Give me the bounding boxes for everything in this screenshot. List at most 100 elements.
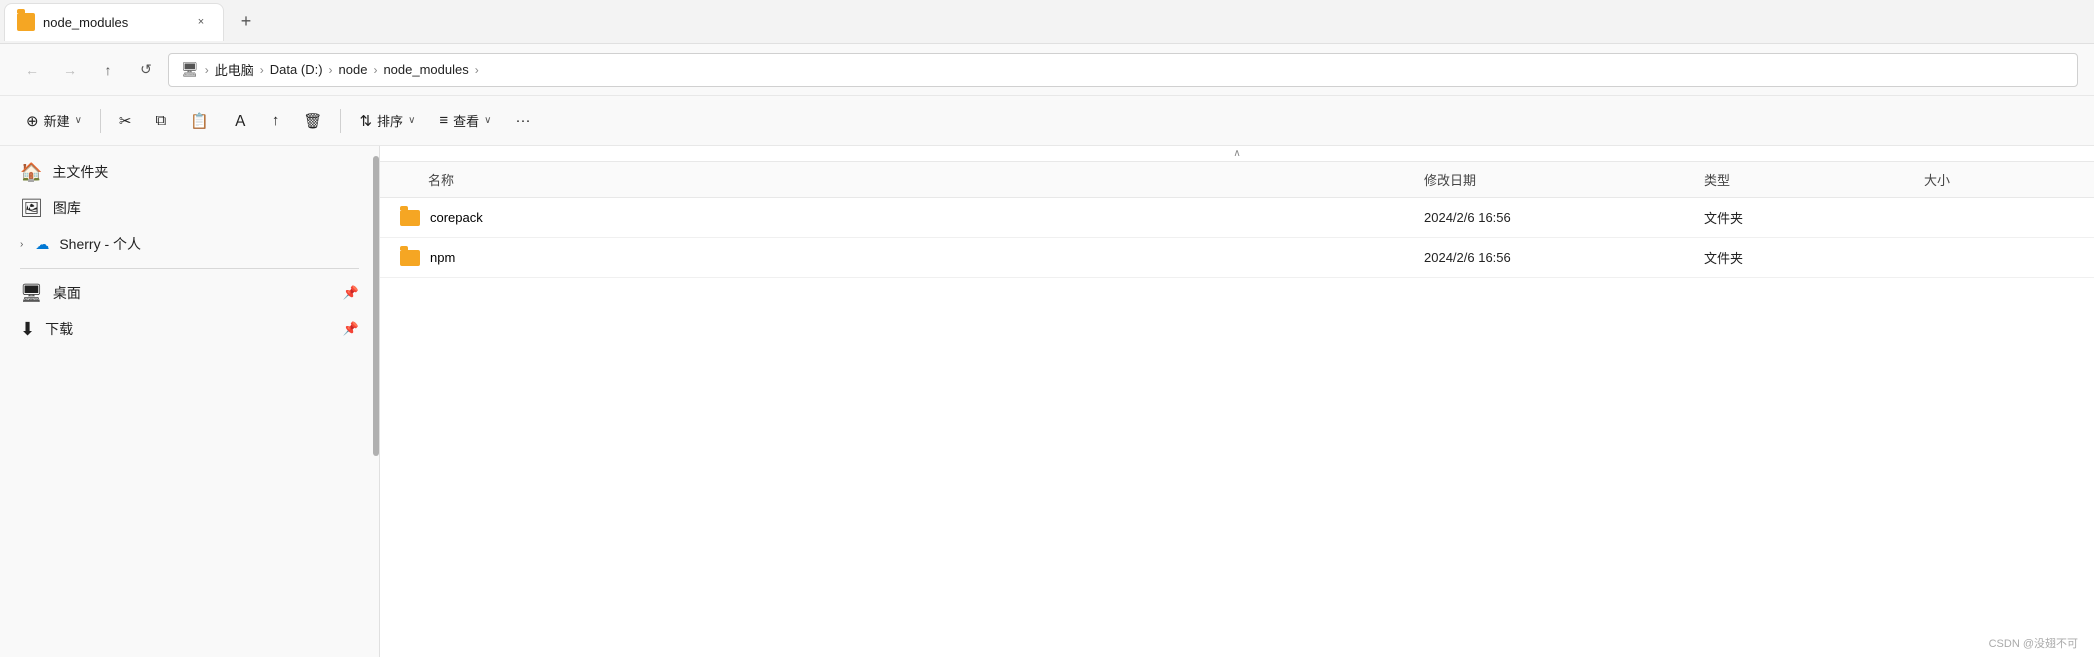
corepack-date: 2024/2/6 16:56 <box>1424 210 1704 225</box>
toolbar-sep-1 <box>100 109 101 133</box>
file-area: ∧ 名称 修改日期 类型 大小 corepack 2024/2/6 16:56 … <box>380 146 2094 657</box>
cut-icon: ✂ <box>119 112 132 130</box>
sidebar-divider <box>20 268 359 269</box>
file-name-corepack: corepack <box>400 210 1424 226</box>
sort-indicator: ∧ <box>380 146 2094 162</box>
watermark-text: CSDN @没翅不可 <box>1989 638 2078 650</box>
gallery-icon: 🖼 <box>20 198 43 219</box>
up-button[interactable]: ↑ <box>92 54 124 86</box>
sidebar-home-label: 主文件夹 <box>52 162 108 182</box>
sidebar-gallery-label: 图库 <box>53 198 81 218</box>
npm-folder-icon <box>400 250 420 266</box>
sort-button[interactable]: ⇅ 排序 ∨ <box>349 104 425 138</box>
corepack-type: 文件夹 <box>1704 208 1924 227</box>
col-header-type: 类型 <box>1704 170 1924 189</box>
paste-button[interactable]: 📋 <box>180 104 219 138</box>
sidebar-scrollbar-thumb <box>373 156 379 456</box>
delete-icon: 🗑 <box>303 112 322 130</box>
back-icon: ← <box>25 62 39 78</box>
view-button[interactable]: ≡ 查看 ∨ <box>429 104 501 138</box>
watermark: CSDN @没翅不可 <box>1989 635 2078 651</box>
copy-icon: ⧉ <box>156 112 167 129</box>
col-header-name: 名称 <box>400 170 1424 189</box>
cloud-icon: ☁ <box>35 236 49 253</box>
main-content: 🏠 主文件夹 🖼 图库 › ☁ Sherry - 个人 🖥 桌面 📌 ⬇ 下载 … <box>0 146 2094 657</box>
share-button[interactable]: ↑ <box>262 104 290 138</box>
sort-icon: ⇅ <box>359 112 372 130</box>
new-icon: ⊕ <box>26 112 39 130</box>
file-name-npm: npm <box>400 250 1424 266</box>
refresh-icon: ↺ <box>140 61 152 78</box>
sidebar-item-home[interactable]: 🏠 主文件夹 <box>0 154 379 190</box>
tab-close-button[interactable]: × <box>191 12 211 32</box>
new-tab-button[interactable]: + <box>228 4 264 40</box>
toolbar-sep-2 <box>340 109 341 133</box>
desktop-pin-icon: 📌 <box>343 285 359 301</box>
download-icon: ⬇ <box>20 319 35 340</box>
forward-icon: → <box>63 62 77 78</box>
sidebar-item-onedrive[interactable]: › ☁ Sherry - 个人 <box>0 226 379 262</box>
downloads-pin-icon: 📌 <box>343 321 359 337</box>
sep-1: › <box>260 63 264 77</box>
breadcrumb-computer[interactable]: 此电脑 <box>215 60 254 79</box>
more-button[interactable]: ··· <box>506 104 541 138</box>
view-chevron: ∨ <box>484 115 491 126</box>
sort-caret-icon: ∧ <box>1233 148 1240 159</box>
file-row-corepack[interactable]: corepack 2024/2/6 16:56 文件夹 <box>380 198 2094 238</box>
tab-title: node_modules <box>43 15 183 30</box>
computer-icon: 🖥 <box>181 61 199 78</box>
file-header: 名称 修改日期 类型 大小 <box>380 162 2094 198</box>
new-chevron: ∨ <box>75 115 82 126</box>
more-icon: ··· <box>516 112 531 129</box>
sort-label: 排序 <box>377 111 403 130</box>
cut-button[interactable]: ✂ <box>109 104 142 138</box>
corepack-folder-icon <box>400 210 420 226</box>
tab-folder-icon <box>17 13 35 31</box>
npm-name: npm <box>430 250 455 265</box>
view-label: 查看 <box>453 111 479 130</box>
copy-button[interactable]: ⧉ <box>146 104 177 138</box>
toolbar: ⊕ 新建 ∨ ✂ ⧉ 📋 Ａ ↑ 🗑 ⇅ 排序 ∨ ≡ 查看 ∨ ··· <box>0 96 2094 146</box>
forward-button[interactable]: → <box>54 54 86 86</box>
sort-chevron: ∨ <box>408 115 415 126</box>
address-bar-row: ← → ↑ ↺ 🖥 › 此电脑 › Data (D:) › node › nod… <box>0 44 2094 96</box>
file-row-npm[interactable]: npm 2024/2/6 16:56 文件夹 <box>380 238 2094 278</box>
sidebar-desktop-label: 桌面 <box>53 283 81 303</box>
desktop-icon: 🖥 <box>20 283 43 304</box>
sep-3: › <box>373 63 377 77</box>
sidebar-downloads-label: 下载 <box>45 319 73 339</box>
tab-bar: node_modules × + <box>0 0 2094 44</box>
col-header-date: 修改日期 <box>1424 170 1704 189</box>
refresh-button[interactable]: ↺ <box>130 54 162 86</box>
new-label: 新建 <box>44 111 70 130</box>
sep-2: › <box>329 63 333 77</box>
rename-button[interactable]: Ａ <box>223 104 258 138</box>
up-icon: ↑ <box>105 62 112 78</box>
tab-node-modules[interactable]: node_modules × <box>4 3 224 41</box>
sidebar-scrollbar-track[interactable] <box>371 146 379 657</box>
col-header-size: 大小 <box>1924 170 2074 189</box>
breadcrumb-node[interactable]: node <box>339 62 368 77</box>
sep-0: › <box>205 63 209 77</box>
delete-button[interactable]: 🗑 <box>293 104 332 138</box>
new-button[interactable]: ⊕ 新建 ∨ <box>16 104 92 138</box>
sidebar-item-downloads[interactable]: ⬇ 下载 📌 <box>0 311 379 347</box>
sidebar: 🏠 主文件夹 🖼 图库 › ☁ Sherry - 个人 🖥 桌面 📌 ⬇ 下载 … <box>0 146 380 657</box>
npm-date: 2024/2/6 16:56 <box>1424 250 1704 265</box>
corepack-name: corepack <box>430 210 483 225</box>
view-icon: ≡ <box>439 112 448 129</box>
sidebar-onedrive-label: Sherry - 个人 <box>59 234 141 254</box>
breadcrumb-node-modules[interactable]: node_modules <box>383 62 468 77</box>
back-button[interactable]: ← <box>16 54 48 86</box>
sidebar-item-desktop[interactable]: 🖥 桌面 📌 <box>0 275 379 311</box>
address-bar[interactable]: 🖥 › 此电脑 › Data (D:) › node › node_module… <box>168 53 2078 87</box>
sidebar-item-gallery[interactable]: 🖼 图库 <box>0 190 379 226</box>
sep-4: › <box>475 63 479 77</box>
home-icon: 🏠 <box>20 162 42 183</box>
breadcrumb-drive[interactable]: Data (D:) <box>270 62 323 77</box>
npm-type: 文件夹 <box>1704 248 1924 267</box>
onedrive-expand-icon: › <box>20 239 23 250</box>
paste-icon: 📋 <box>190 112 209 130</box>
share-icon: ↑ <box>272 112 280 129</box>
rename-icon: Ａ <box>233 110 248 131</box>
